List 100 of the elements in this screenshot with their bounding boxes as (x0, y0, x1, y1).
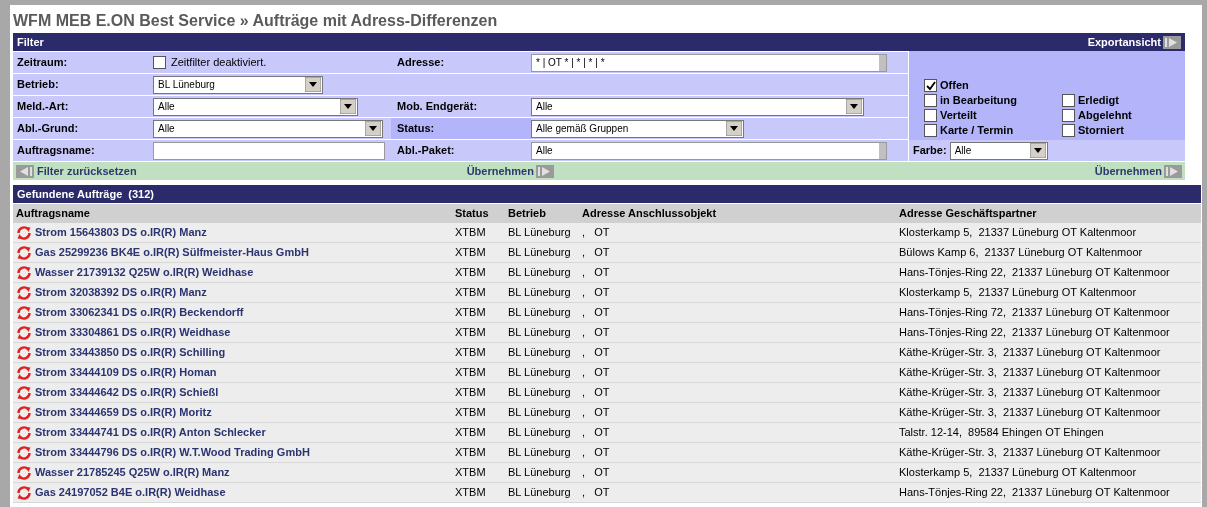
table-cell: XTBM (452, 323, 505, 343)
column-header: Adresse Geschäftspartner (896, 204, 1201, 223)
dropdown[interactable]: Alle (949, 141, 1048, 160)
table-cell: XTBM (452, 483, 505, 503)
results-heading: Gefundene Aufträge (17, 186, 123, 202)
field-label: Farbe: (913, 143, 947, 159)
column-header: Auftragsname (13, 204, 452, 223)
checkbox[interactable] (924, 109, 937, 122)
status-option-label: Storniert (1078, 123, 1124, 139)
table-cell: BL Lüneburg (505, 263, 579, 283)
dropdown-arrow-icon (365, 121, 381, 136)
sync-icon (16, 405, 32, 420)
checkbox[interactable] (924, 124, 937, 137)
table-cell: XTBM (452, 223, 505, 243)
status-option-label: Verteilt (940, 108, 977, 124)
table-cell: , OT (579, 223, 896, 243)
column-header: Adresse Anschlussobjekt (579, 204, 896, 223)
field-label: Adresse: (396, 55, 446, 71)
status-option-label: in Bearbeitung (940, 93, 1017, 109)
table-cell: BL Lüneburg (505, 483, 579, 503)
checkbox[interactable] (924, 79, 937, 92)
field-label: Mob. Endgerät: (396, 99, 479, 115)
table-cell: Käthe-Krüger-Str. 3, 21337 Lüneburg OT Kaltenmoor (896, 363, 1201, 383)
sync-icon (16, 305, 32, 320)
table-cell: BL Lüneburg (505, 243, 579, 263)
dropdown-arrow-icon (1029, 143, 1046, 158)
table-cell: Hans-Tönjes-Ring 72, 21337 Lüneburg OT Kaltenmoor (896, 303, 1201, 323)
table-cell: BL Lüneburg (505, 463, 579, 483)
table-cell: , OT (579, 403, 896, 423)
dropdown[interactable]: Alle (153, 119, 383, 138)
field-label: Auftragsname: (16, 143, 96, 159)
dropdown[interactable]: Alle (153, 97, 358, 116)
table-cell: , OT (579, 323, 896, 343)
dropdown-arrow-icon (340, 99, 356, 114)
arrow-left-icon (16, 164, 34, 178)
column-header: Status (452, 204, 505, 223)
checkbox[interactable] (1062, 109, 1075, 122)
table-cell: XTBM (452, 343, 505, 363)
sync-icon (16, 445, 32, 460)
sync-icon (16, 485, 32, 500)
reset-filter-link[interactable]: Filter zurücksetzen (16, 162, 137, 180)
table-cell: , OT (579, 363, 896, 383)
arrow-right-icon (535, 164, 554, 178)
table-cell: BL Lüneburg (505, 223, 579, 243)
input-field[interactable]: Alle (531, 141, 887, 160)
field-label: Meld.-Art: (16, 99, 70, 115)
apply-link[interactable]: Übernehmen (1094, 162, 1182, 180)
table-cell: XTBM (452, 243, 505, 263)
checkbox[interactable] (1062, 94, 1075, 107)
table-cell: Klosterkamp 5, 21337 Lüneburg OT Kaltenmoor (896, 283, 1201, 303)
checkbox-label: Zeitfilter deaktiviert. (171, 55, 267, 71)
results-count: (312) (128, 186, 154, 202)
table-cell: BL Lüneburg (505, 363, 579, 383)
table-cell: BL Lüneburg (505, 423, 579, 443)
table-cell: XTBM (452, 263, 505, 283)
dropdown[interactable]: Alle (531, 97, 864, 116)
table-cell: BL Lüneburg (505, 403, 579, 423)
checkbox[interactable] (924, 94, 937, 107)
table-cell: BL Lüneburg (505, 323, 579, 343)
table-cell: Bülows Kamp 6, 21337 Lüneburg OT Kaltenmoor (896, 243, 1201, 263)
apply-link[interactable]: Übernehmen (466, 162, 554, 180)
checkbox[interactable] (1062, 124, 1075, 137)
table-cell: XTBM (452, 403, 505, 423)
table-cell: XTBM (452, 283, 505, 303)
dropdown-arrow-icon (846, 99, 862, 114)
table-cell: BL Lüneburg (505, 383, 579, 403)
sync-icon (16, 365, 32, 380)
field-label: Betrieb: (16, 77, 60, 93)
field-label: Zeitraum: (16, 55, 69, 71)
status-option-label: Karte / Termin (940, 123, 1014, 139)
input-field[interactable]: * | OT * | * | * | * (531, 53, 887, 72)
field-label: Abl.-Grund: (16, 121, 80, 137)
sync-icon (16, 345, 32, 360)
table-cell: Käthe-Krüger-Str. 3, 21337 Lüneburg OT Kaltenmoor (896, 383, 1201, 403)
dropdown[interactable]: BL Lüneburg (153, 75, 323, 94)
status-option-label: Abgelehnt (1078, 108, 1132, 124)
table-cell: XTBM (452, 303, 505, 323)
table-cell: Klosterkamp 5, 21337 Lüneburg OT Kaltenmoor (896, 223, 1201, 243)
checkbox[interactable] (153, 56, 166, 69)
status-option-label: Erledigt (1078, 93, 1119, 109)
field-label: Abl.-Paket: (396, 143, 456, 159)
table-cell: , OT (579, 423, 896, 443)
dropdown[interactable]: Alle gemäß Gruppen (531, 119, 744, 138)
table-cell: , OT (579, 483, 896, 503)
export-link[interactable]: Exportansicht (1087, 33, 1181, 51)
table-cell: , OT (579, 243, 896, 263)
table-cell: Hans-Tönjes-Ring 22, 21337 Lüneburg OT Kaltenmoor (896, 263, 1201, 283)
input-field[interactable] (153, 141, 385, 160)
sync-icon (16, 465, 32, 480)
table-cell: BL Lüneburg (505, 343, 579, 363)
table-cell: Käthe-Krüger-Str. 3, 21337 Lüneburg OT Kaltenmoor (896, 443, 1201, 463)
table-cell: BL Lüneburg (505, 303, 579, 323)
table-cell: XTBM (452, 463, 505, 483)
table-cell: , OT (579, 303, 896, 323)
filter-heading: Filter (17, 34, 44, 50)
dropdown-arrow-icon (305, 77, 321, 92)
dropdown-arrow-icon (726, 121, 742, 136)
sync-icon (16, 265, 32, 280)
table-cell: , OT (579, 263, 896, 283)
table-cell: XTBM (452, 363, 505, 383)
